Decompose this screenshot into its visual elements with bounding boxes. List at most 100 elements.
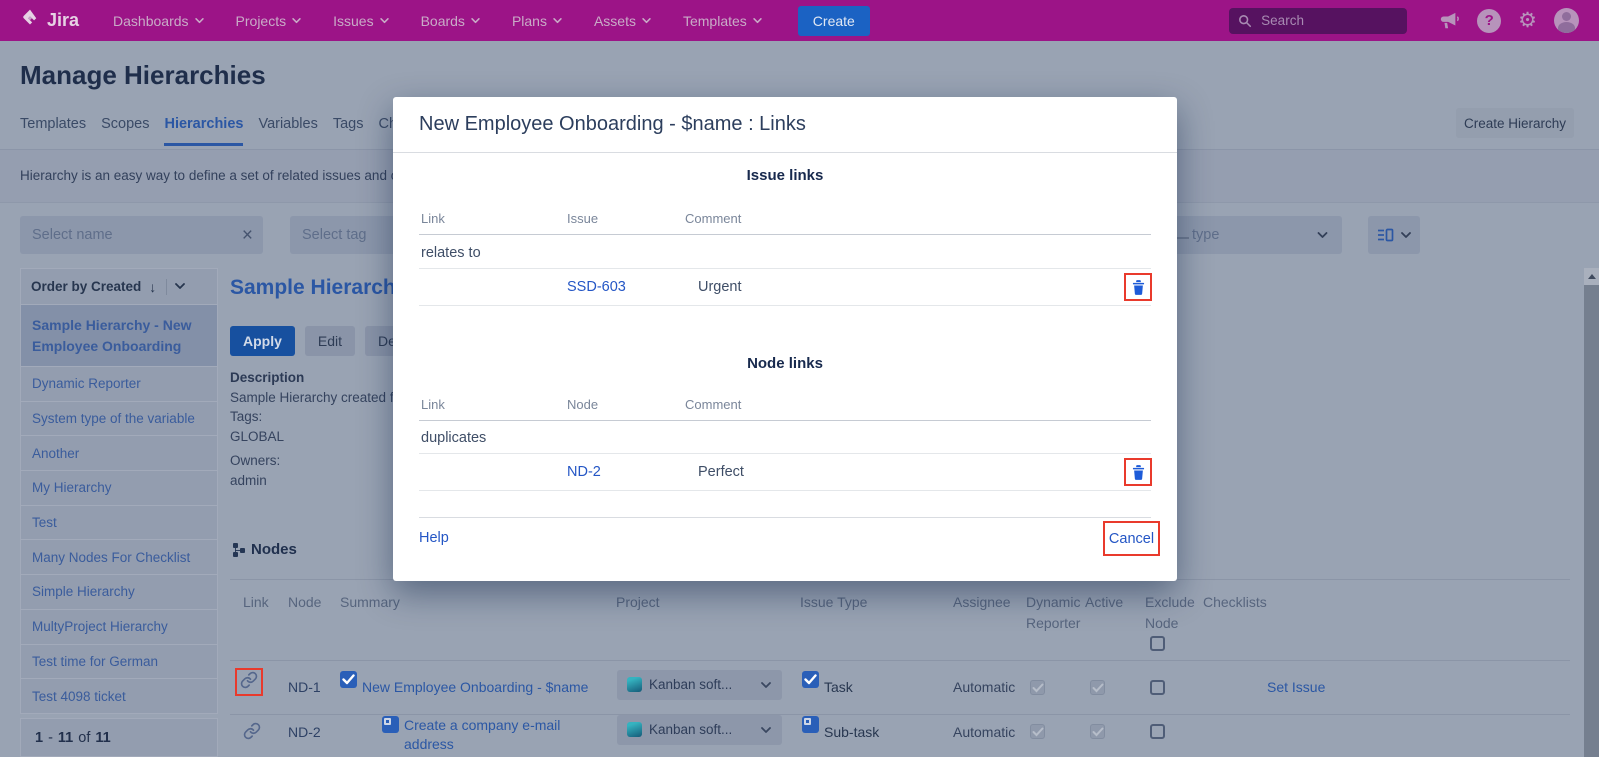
order-by-header[interactable]: Order by Created ↓ [20,268,218,305]
cancel-link[interactable]: Cancel [1109,531,1154,547]
col-active: Active [1085,592,1123,613]
nav-item-projects[interactable]: Projects [236,13,302,29]
issue-comment: Urgent [698,279,742,295]
col-summary: Summary [340,592,400,613]
help-icon[interactable]: ? [1477,9,1501,33]
node-link-icon[interactable] [243,722,261,745]
node-link-icon[interactable] [240,671,258,694]
apply-button[interactable]: Apply [230,326,295,356]
modal-col-issue: Issue [567,211,598,226]
page-total: 11 [95,730,110,746]
delete-node-link-icon[interactable] [1132,465,1145,480]
node-key-link[interactable]: ND-2 [567,464,601,480]
exclude-node-checkbox[interactable] [1150,680,1165,695]
tab-variables[interactable]: Variables [258,116,317,146]
jira-logo[interactable]: Jira [20,8,79,33]
subtask-icon [382,716,399,733]
issue-key-link[interactable]: SSD-603 [567,279,626,295]
col-issue-type: Issue Type [800,592,867,613]
top-navbar: Jira Dashboards Projects Issues Boards Plans… [0,0,1599,41]
user-avatar[interactable] [1554,8,1579,33]
tab-scopes[interactable]: Scopes [101,116,149,146]
create-hierarchy-button[interactable]: Create Hierarchy [1456,108,1574,138]
delete-annotation-box [1124,273,1152,301]
page-of: of [78,730,90,746]
sidebar-item-many-nodes-for-checklist[interactable]: Many Nodes For Checklist [20,540,218,575]
node-link-type: duplicates [421,430,486,446]
sidebar-item-test-4098-ticket[interactable]: Test 4098 ticket [20,679,218,714]
tab-tags[interactable]: Tags [333,116,364,146]
scrollbar-up-arrow[interactable] [1584,268,1599,285]
delete-annotation-box [1124,458,1152,486]
create-button[interactable]: Create [798,6,870,36]
header-bottom-divider [230,660,1570,661]
nodes-heading: Nodes [233,541,297,558]
sort-direction-icon[interactable]: ↓ [149,279,156,295]
modal-table-divider [419,420,1151,421]
scrollbar-thumb[interactable] [1584,285,1599,757]
sidebar-item-multyproject-hierarchy[interactable]: MultyProject Hierarchy [20,610,218,645]
sidebar-item-my-hierarchy[interactable]: My Hierarchy [20,471,218,506]
modal-row-divider [419,305,1151,306]
nav-item-issues[interactable]: Issues [333,13,388,29]
nav-item-assets[interactable]: Assets [594,13,651,29]
exclude-node-checkbox[interactable] [1150,724,1165,739]
sidebar-item-sample-hierarchy-new-employee-onboarding[interactable]: Sample Hierarchy - New Employee Onboardi… [20,305,218,367]
modal-col-link: Link [421,211,445,226]
nav-item-boards[interactable]: Boards [421,13,480,29]
nav-item-plans[interactable]: Plans [512,13,562,29]
subtask-icon [802,716,819,733]
search-input[interactable] [1259,12,1398,29]
project-avatar-icon [627,677,642,692]
modal-row-divider [419,268,1151,269]
sidebar-item-system-type-of-the-variable[interactable]: System type of the variable [20,402,218,437]
project-select-value: Kanban soft... [649,722,732,737]
sidebar-item-test[interactable]: Test [20,506,218,541]
assignee-value: Automatic [953,679,1015,695]
sidebar-item-simple-hierarchy[interactable]: Simple Hierarchy [20,575,218,610]
sidebar-item-dynamic-reporter[interactable]: Dynamic Reporter [20,367,218,402]
edit-button[interactable]: Edit [305,326,355,356]
node-summary-link[interactable]: New Employee Onboarding - $name [362,679,588,695]
col-exclude-node: Exclude Node [1145,592,1203,634]
project-select[interactable]: Kanban soft... [617,670,782,700]
exclude-all-checkbox[interactable] [1150,636,1165,651]
node-summary-link[interactable]: Create a company e-mail address [404,716,564,754]
settings-gear-icon[interactable]: ⚙ [1518,8,1537,33]
jira-logo-icon [20,8,40,33]
node-id: ND-2 [288,724,321,740]
hierarchy-tree-icon [233,543,246,557]
nav-item-templates[interactable]: Templates [683,13,762,29]
modal-title: New Employee Onboarding - $name : Links [419,113,806,136]
set-issue-link[interactable]: Set Issue [1267,679,1325,695]
help-link[interactable]: Help [419,530,449,546]
page-title: Manage Hierarchies [20,60,266,91]
select-name-input[interactable] [20,227,263,243]
project-select[interactable]: Kanban soft... [617,715,782,745]
modal-row-divider [419,490,1151,491]
sidebar-item-test-time-for-german[interactable]: Test time for German [20,645,218,680]
sidebar-item-another[interactable]: Another [20,436,218,471]
issue-link-type: relates to [421,245,481,261]
col-node: Node [288,592,321,613]
tab-hierarchies[interactable]: Hierarchies [164,116,243,146]
col-checklists: Checklists [1203,592,1267,613]
announcements-icon[interactable] [1438,11,1460,31]
nav-item-dashboards[interactable]: Dashboards [113,13,204,29]
modal-col-comment: Comment [685,211,741,226]
node-comment: Perfect [698,464,744,480]
cancel-annotation-box: Cancel [1103,521,1160,556]
project-select-value: Kanban soft... [649,677,732,692]
delete-issue-link-icon[interactable] [1132,280,1145,295]
view-layout-icon [1377,228,1394,242]
row-divider [230,714,1570,715]
select-name-filter[interactable]: × [20,216,263,254]
view-options-button[interactable] [1368,216,1420,254]
tab-templates[interactable]: Templates [20,116,86,146]
hierarchy-list: Sample Hierarchy - New Employee Onboardi… [20,305,218,714]
jira-logo-text: Jira [47,10,79,31]
global-search[interactable] [1229,8,1407,34]
clear-name-icon[interactable]: × [242,226,253,245]
tab-bar: TemplatesScopesHierarchiesVariablesTagsC… [20,116,445,146]
page-end: 11 [58,730,73,746]
